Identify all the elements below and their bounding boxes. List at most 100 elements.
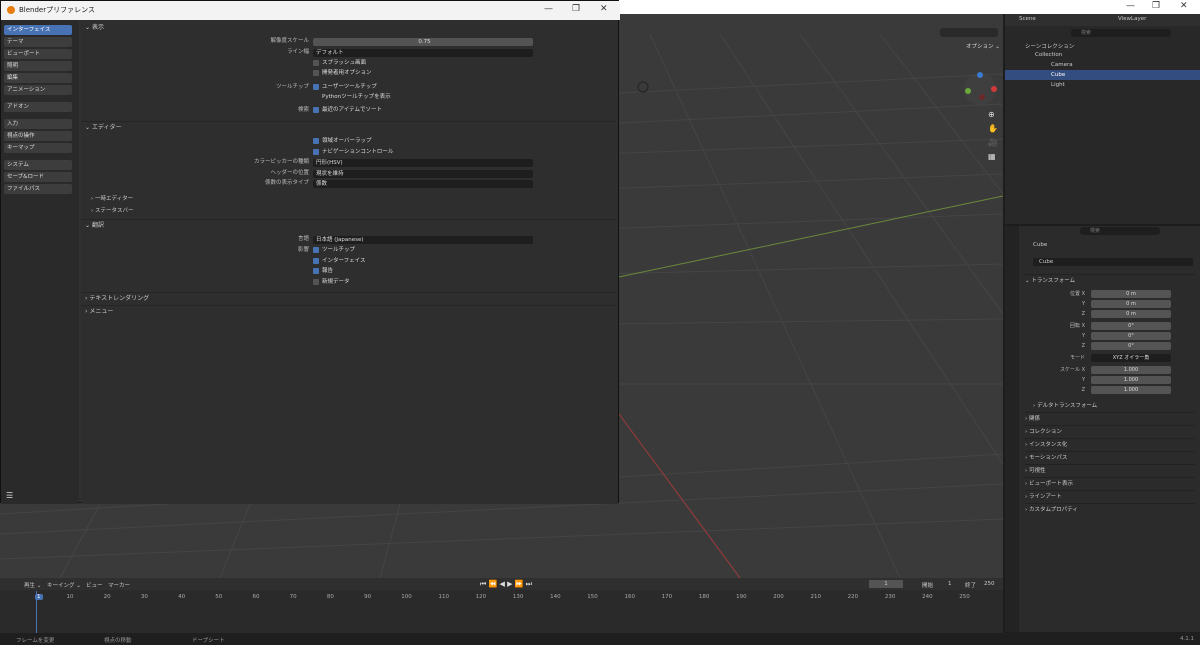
- region-overlap-box[interactable]: [313, 137, 319, 144]
- translation-section[interactable]: ⌄ 翻訳: [81, 219, 616, 231]
- loc-x-field[interactable]: 0 m: [1091, 290, 1171, 298]
- collection-item[interactable]: Collection: [1035, 52, 1062, 58]
- section-7[interactable]: › カスタムプロパティ: [1025, 503, 1195, 515]
- tr-tooltips-box[interactable]: [313, 246, 319, 253]
- section-0[interactable]: › 関係: [1025, 412, 1195, 424]
- delta-transform-section[interactable]: › デルタトランスフォーム: [1033, 400, 1200, 412]
- outliner-selected-row[interactable]: [1005, 70, 1200, 80]
- color-picker-select[interactable]: 円形(HSV): [313, 159, 533, 167]
- tr-interface-box[interactable]: [313, 257, 319, 264]
- outliner-item-camera[interactable]: Camera: [1051, 62, 1073, 68]
- rot-x-field[interactable]: 0°: [1091, 322, 1171, 330]
- nav-navigation[interactable]: 視点の操作: [4, 131, 72, 141]
- section-5[interactable]: › ビューポート表示: [1025, 477, 1195, 489]
- camera-view-icon[interactable]: 🎥: [988, 138, 998, 148]
- python-tooltips-checkbox[interactable]: Pythonツールチップを表示: [313, 93, 391, 102]
- editors-section[interactable]: ⌄ エディター: [81, 121, 616, 133]
- sort-recent-box[interactable]: [313, 106, 319, 113]
- section-2[interactable]: › インスタンス化: [1025, 438, 1195, 450]
- factor-display-select[interactable]: 係数: [313, 180, 533, 188]
- maximize-button[interactable]: ❐: [1152, 1, 1160, 11]
- nav-save-load[interactable]: セーブ&ロード: [4, 172, 72, 182]
- resolution-scale-slider[interactable]: 0.75: [313, 38, 533, 46]
- region-overlap-checkbox[interactable]: 領域オーバーラップ: [313, 137, 371, 146]
- nav-file-paths[interactable]: ファイルパス: [4, 184, 72, 194]
- scene-collection-label[interactable]: シーンコレクション: [1025, 42, 1074, 50]
- nav-viewport[interactable]: ビューポート: [4, 49, 72, 59]
- viewport-options-button[interactable]: オプション ⌄: [966, 42, 1000, 50]
- splash-box[interactable]: [313, 59, 319, 66]
- dev-options-box[interactable]: [313, 69, 319, 76]
- grid-view-icon[interactable]: ▦: [988, 152, 998, 162]
- nav-animation[interactable]: アニメーション: [4, 85, 72, 95]
- scale-x-field[interactable]: 1.000: [1091, 366, 1171, 374]
- temp-editors-section[interactable]: › 一時エディター: [91, 195, 133, 204]
- nav-input[interactable]: 入力: [4, 119, 72, 129]
- rot-z-label: Z: [1081, 343, 1085, 349]
- tr-new-data-checkbox[interactable]: 新規データ: [313, 278, 350, 287]
- navigation-gizmo[interactable]: [960, 69, 1000, 109]
- properties-tab-strip[interactable]: [1005, 226, 1019, 632]
- loc-y-field[interactable]: 0 m: [1091, 300, 1171, 308]
- menus-section[interactable]: › メニュー: [81, 305, 616, 317]
- tr-reports-box[interactable]: [313, 267, 319, 274]
- outliner-item-cube[interactable]: Cube: [1051, 72, 1065, 78]
- nav-controls-box[interactable]: [313, 148, 319, 155]
- section-3[interactable]: › モーションパス: [1025, 451, 1195, 463]
- display-section[interactable]: ⌄ 表示: [81, 22, 616, 34]
- scale-y-field[interactable]: 1.000: [1091, 376, 1171, 384]
- rot-y-field[interactable]: 0°: [1091, 332, 1171, 340]
- section-6[interactable]: › ラインアート: [1025, 490, 1195, 502]
- nav-interface[interactable]: インターフェイス: [4, 25, 72, 35]
- preferences-titlebar[interactable]: Blenderプリファレンス — ❐ ✕: [1, 1, 620, 20]
- sort-recent-checkbox[interactable]: 最近のアイテムでソート: [313, 106, 382, 115]
- prefs-minimize-button[interactable]: —: [544, 4, 553, 14]
- scene-name[interactable]: Scene: [1019, 16, 1036, 22]
- nav-keymap[interactable]: キーマップ: [4, 143, 72, 153]
- shading-buttons[interactable]: [940, 28, 998, 37]
- blender-logo-icon: [7, 6, 15, 14]
- status-bar-section[interactable]: › ステータスバー: [91, 207, 133, 216]
- splash-checkbox[interactable]: スプラッシュ画面: [313, 59, 366, 68]
- section-4[interactable]: › 可視性: [1025, 464, 1195, 476]
- hand-icon[interactable]: ✋: [988, 124, 998, 134]
- playhead[interactable]: [36, 591, 37, 633]
- line-width-select[interactable]: デフォルト: [313, 49, 533, 57]
- header-pos-select[interactable]: 現状を維持: [313, 170, 533, 178]
- outliner-item-light[interactable]: Light: [1051, 82, 1065, 88]
- zoom-icon[interactable]: ⊕: [988, 110, 998, 120]
- loc-z-field[interactable]: 0 m: [1091, 310, 1171, 318]
- section-1[interactable]: › コレクション: [1025, 425, 1195, 437]
- tr-tooltips-checkbox[interactable]: ツールチップ: [313, 246, 355, 255]
- timeline-tick: 30: [140, 594, 148, 600]
- dev-options-checkbox[interactable]: 開発者用オプション: [313, 69, 372, 78]
- properties-search-input[interactable]: 検索: [1080, 227, 1160, 235]
- tr-interface-checkbox[interactable]: インターフェイス: [313, 257, 366, 266]
- close-button[interactable]: ✕: [1180, 1, 1188, 11]
- tr-reports-checkbox[interactable]: 報告: [313, 267, 333, 276]
- timeline-ruler[interactable]: 1 10 20 30 40 50 60 70 80 90 100 110 120 130 140 150 160…: [0, 578, 1003, 633]
- text-rendering-section[interactable]: › テキストレンダリング: [81, 292, 616, 304]
- object-name-field[interactable]: Cube: [1033, 258, 1193, 266]
- tr-new-data-box[interactable]: [313, 278, 319, 285]
- nav-editing[interactable]: 編集: [4, 73, 72, 83]
- prefs-close-button[interactable]: ✕: [600, 4, 608, 14]
- minimize-button[interactable]: —: [1126, 1, 1135, 11]
- language-select[interactable]: 日本語 (Japanese): [313, 236, 533, 244]
- nav-system[interactable]: システム: [4, 160, 72, 170]
- user-tooltips-checkbox[interactable]: ユーザーツールチップ: [313, 83, 377, 92]
- rot-z-field[interactable]: 0°: [1091, 342, 1171, 350]
- nav-addons[interactable]: アドオン: [4, 102, 72, 112]
- nav-controls-checkbox[interactable]: ナビゲーションコントロール: [313, 148, 393, 157]
- prefs-maximize-button[interactable]: ❐: [572, 4, 580, 14]
- timeline-tick: 180: [698, 594, 710, 600]
- scale-z-field[interactable]: 1.000: [1091, 386, 1171, 394]
- hamburger-menu-icon[interactable]: ☰: [6, 491, 13, 500]
- outliner-search-input[interactable]: 検索: [1071, 29, 1171, 37]
- nav-lights[interactable]: 照明: [4, 61, 72, 71]
- nav-themes[interactable]: テーマ: [4, 37, 72, 47]
- user-tooltips-box[interactable]: [313, 83, 319, 90]
- viewlayer-name[interactable]: ViewLayer: [1118, 16, 1146, 22]
- rotation-mode-select[interactable]: XYZ オイラー角: [1091, 354, 1171, 362]
- transform-section[interactable]: ⌄ トランスフォーム: [1025, 274, 1195, 286]
